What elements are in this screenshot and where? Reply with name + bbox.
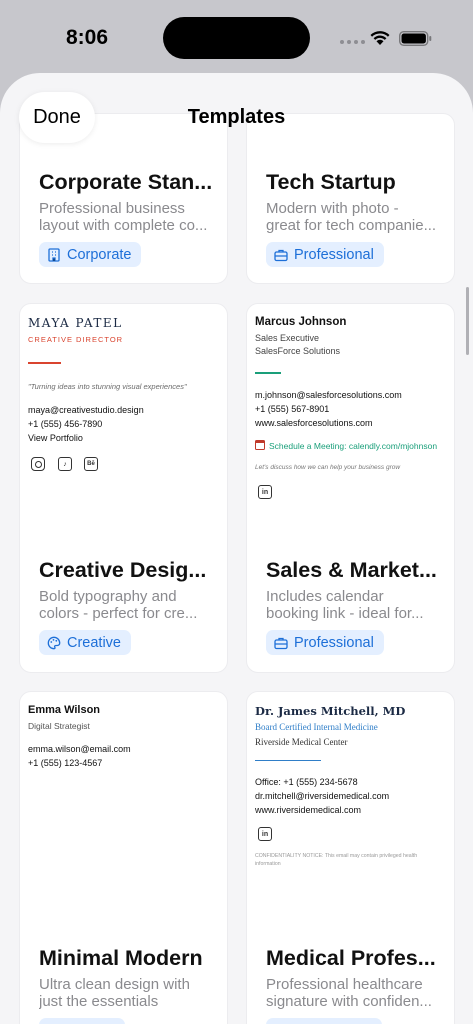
preview-confidentiality-notice-cont: information <box>255 861 281 867</box>
briefcase-icon <box>274 249 288 261</box>
preview-phone: +1 (555) 123-4567 <box>28 758 103 768</box>
template-description: Professional healthcare signature with co… <box>266 976 432 1010</box>
preview-quote: "Turning ideas into stunning visual expe… <box>28 382 187 391</box>
preview-title: CREATIVE DIRECTOR <box>28 335 124 344</box>
template-description: Ultra clean design with just the essentia… <box>39 976 190 1010</box>
template-description: Bold typography and colors - perfect for … <box>39 588 198 622</box>
wifi-icon <box>370 31 390 45</box>
accent-divider <box>255 760 321 761</box>
preview-email: maya@creativestudio.design <box>28 405 144 415</box>
preview-email: m.johnson@salesforcesolutions.com <box>255 390 402 400</box>
nav-bar: Done Templates <box>0 73 473 165</box>
preview-phone: Office: +1 (555) 234-5678 <box>255 777 358 787</box>
briefcase-icon <box>274 637 288 649</box>
instagram-icon <box>31 457 45 471</box>
template-name: Corporate Stan... <box>39 170 213 194</box>
behance-icon: Bē <box>84 457 98 471</box>
preview-company: SalesForce Solutions <box>255 346 341 356</box>
category-badge: Corporate <box>39 242 142 267</box>
preview-name: MAYA PATEL <box>28 316 123 330</box>
linkedin-icon: in <box>258 827 272 841</box>
template-card-medical-professional[interactable]: Dr. James Mitchell, MD Board Certified I… <box>246 691 455 1024</box>
preview-meeting-link: Schedule a Meeting: calendly.com/mjohnso… <box>269 441 438 451</box>
templates-sheet: Done Templates Corporate Stan... Profess… <box>0 73 473 1024</box>
preview-phone: +1 (555) 456-7890 <box>28 419 103 429</box>
preview-email: emma.wilson@email.com <box>28 744 131 754</box>
preview-tagline: Let's discuss how we can help your busin… <box>255 464 401 471</box>
dynamic-island <box>163 17 310 59</box>
template-name: Tech Startup <box>266 170 396 194</box>
preview-website: www.riversidemedical.com <box>255 805 362 815</box>
tiktok-icon: ♪ <box>58 457 72 471</box>
template-name: Medical Profes... <box>266 946 436 970</box>
page-title: Templates <box>187 106 286 128</box>
preview-organization: Riverside Medical Center <box>255 737 348 747</box>
preview-name: Dr. James Mitchell, MD <box>255 704 406 718</box>
template-card-creative-designer[interactable]: MAYA PATEL CREATIVE DIRECTOR "Turning id… <box>19 303 228 673</box>
preview-phone: +1 (555) 567-8901 <box>255 404 330 414</box>
preview-title: Sales Executive <box>255 333 320 343</box>
category-badge: Professional <box>266 630 384 655</box>
template-name: Creative Desig... <box>39 558 207 582</box>
template-description: Professional business layout with complet… <box>39 200 208 234</box>
template-description: Modern with photo - great for tech compan… <box>266 200 437 234</box>
scroll-indicator[interactable] <box>466 287 469 355</box>
category-badge <box>266 1018 382 1024</box>
category-badge: Creative <box>39 630 131 655</box>
preview-title: Board Certified Internal Medicine <box>255 722 378 732</box>
preview-title: Digital Strategist <box>28 721 90 731</box>
template-name: Minimal Modern <box>39 946 203 970</box>
preview-website: www.salesforcesolutions.com <box>255 418 373 428</box>
preview-email: dr.mitchell@riversidemedical.com <box>255 791 390 801</box>
accent-divider <box>28 362 61 364</box>
status-time: 8:06 <box>66 26 109 49</box>
building-icon <box>48 247 60 262</box>
preview-name: Marcus Johnson <box>255 316 347 328</box>
template-card-sales-marketing[interactable]: Marcus Johnson Sales Executive SalesForc… <box>246 303 455 673</box>
category-badge: Professional <box>266 242 384 267</box>
linkedin-icon: in <box>258 485 272 499</box>
preview-portfolio-link: View Portfolio <box>28 433 83 443</box>
calendar-icon <box>255 440 265 450</box>
status-bar: 8:06 <box>0 0 473 75</box>
preview-name: Emma Wilson <box>28 704 101 716</box>
category-badge <box>39 1018 125 1024</box>
battery-icon <box>399 31 432 46</box>
accent-divider <box>255 372 281 374</box>
signal-icon <box>340 40 365 44</box>
template-name: Sales & Market... <box>266 558 437 582</box>
template-description: Includes calendar booking link - ideal fo… <box>266 588 424 622</box>
palette-icon <box>47 636 61 649</box>
template-card-minimal-modern[interactable]: Emma Wilson Digital Strategist emma.wils… <box>19 691 228 1024</box>
preview-confidentiality-notice: CONFIDENTIALITY NOTICE: This email may c… <box>255 853 418 859</box>
